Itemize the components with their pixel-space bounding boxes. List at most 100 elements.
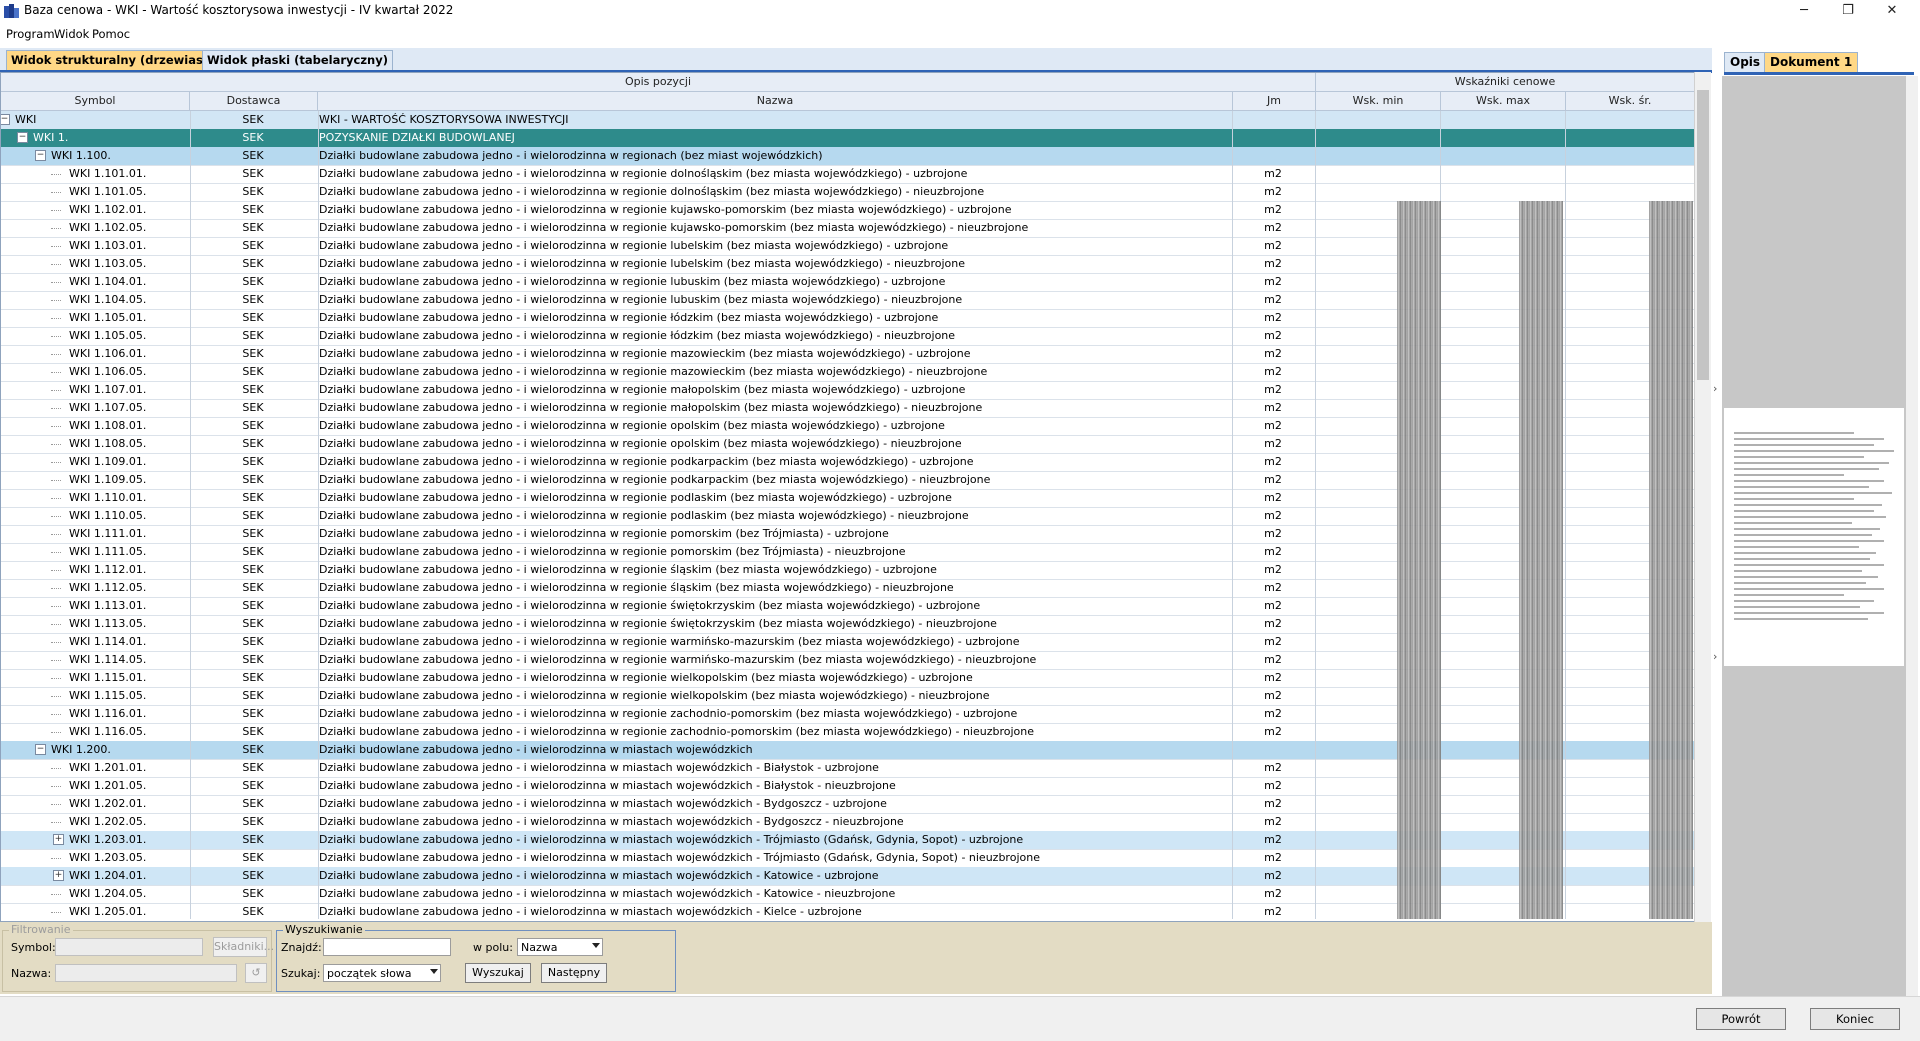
cell-symbol: WKI 1.102.01. <box>69 203 147 216</box>
cell-jm: m2 <box>1264 365 1282 378</box>
search-button[interactable]: Wyszukaj <box>465 963 531 983</box>
cell-dostawca: SEK <box>242 779 264 792</box>
minimize-button[interactable]: ─ <box>1782 0 1826 22</box>
filter-symbol-input[interactable] <box>55 938 203 956</box>
filter-symbol-label: Symbol: <box>11 941 56 954</box>
cell-dostawca: SEK <box>242 167 264 180</box>
cell-nazwa: Działki budowlane zabudowa jedno - i wie… <box>319 761 879 774</box>
tab-structural[interactable]: Widok strukturalny (drzewiasty) <box>6 50 227 70</box>
back-button[interactable]: Powrót <box>1696 1008 1786 1030</box>
menu-pomoc[interactable]: Pomoc <box>92 27 130 41</box>
document-thumbnail[interactable] <box>1724 408 1904 666</box>
tab-opis[interactable]: Opis <box>1724 52 1767 72</box>
menu-widok[interactable]: Widok <box>54 27 89 41</box>
chevron-right-icon[interactable]: › <box>1713 382 1717 395</box>
tree-connector <box>51 264 61 266</box>
cell-dostawca: SEK <box>242 437 264 450</box>
cell-nazwa: Działki budowlane zabudowa jedno - i wie… <box>319 779 896 792</box>
document-text-line <box>1734 432 1854 434</box>
find-input[interactable] <box>323 938 451 956</box>
cell-dostawca: SEK <box>242 599 264 612</box>
cell-symbol: WKI 1.104.01. <box>69 275 147 288</box>
col-nazwa[interactable]: Nazwa <box>318 92 1233 110</box>
document-text-line <box>1734 612 1884 614</box>
document-text-line <box>1734 534 1872 536</box>
next-button[interactable]: Następny <box>541 963 607 983</box>
mode-select[interactable]: początek słowa <box>323 964 441 982</box>
cell-symbol: WKI 1.112.01. <box>69 563 147 576</box>
menu-program[interactable]: Program <box>6 27 55 41</box>
cell-nazwa: Działki budowlane zabudowa jedno - i wie… <box>319 401 983 414</box>
cell-dostawca: SEK <box>242 275 264 288</box>
collapse-icon[interactable]: − <box>35 744 46 755</box>
maximize-button[interactable]: ❐ <box>1826 0 1870 22</box>
col-dostawca[interactable]: Dostawca <box>190 92 318 110</box>
end-button[interactable]: Koniec <box>1810 1008 1900 1030</box>
cell-jm: m2 <box>1264 761 1282 774</box>
cell-jm: m2 <box>1264 905 1282 918</box>
chevron-down-icon <box>592 943 600 948</box>
field-select[interactable]: Nazwa <box>517 938 603 956</box>
chevron-right-icon[interactable]: › <box>1713 650 1717 663</box>
document-text-line <box>1734 468 1879 470</box>
col-wsk-sr[interactable]: Wsk. śr. <box>1566 92 1695 110</box>
tree-connector <box>51 174 61 176</box>
tree-connector <box>51 588 61 590</box>
tab-dokument-1[interactable]: Dokument 1 <box>1764 52 1859 72</box>
cell-dostawca: SEK <box>242 581 264 594</box>
document-text-line <box>1734 492 1892 494</box>
cell-dostawca: SEK <box>242 365 264 378</box>
tab-flat[interactable]: Widok płaski (tabelaryczny) <box>202 50 393 70</box>
preview-scrollbar[interactable] <box>1906 76 1918 996</box>
cell-symbol: WKI 1.204.01. <box>69 869 147 882</box>
col-wsk-min[interactable]: Wsk. min <box>1316 92 1441 110</box>
tree-connector <box>51 894 61 896</box>
grid-scrollbar[interactable] <box>1694 72 1711 922</box>
tree-connector <box>51 714 61 716</box>
cell-dostawca: SEK <box>242 221 264 234</box>
cell-nazwa: Działki budowlane zabudowa jedno - i wie… <box>319 617 997 630</box>
expand-icon[interactable]: + <box>53 834 64 845</box>
cell-nazwa: Działki budowlane zabudowa jedno - i wie… <box>319 329 956 342</box>
tree-connector <box>51 732 61 734</box>
col-wsk-max[interactable]: Wsk. max <box>1441 92 1566 110</box>
tree-connector <box>51 336 61 338</box>
collapse-icon[interactable]: − <box>1 114 10 125</box>
tree-connector <box>51 660 61 662</box>
close-button[interactable]: ✕ <box>1870 0 1914 22</box>
clear-filter-button[interactable]: ↺ <box>245 963 267 983</box>
cell-nazwa: Działki budowlane zabudowa jedno - i wie… <box>319 203 1012 216</box>
col-symbol[interactable]: Symbol <box>1 92 190 110</box>
tree-connector <box>51 372 61 374</box>
cell-dostawca: SEK <box>242 293 264 306</box>
bottom-panel: Filtrowanie Symbol: Składniki... Nazwa: … <box>0 922 1712 994</box>
cell-jm: m2 <box>1264 437 1282 450</box>
document-text-line <box>1734 528 1880 530</box>
cell-dostawca: SEK <box>242 239 264 252</box>
cell-dostawca: SEK <box>242 131 264 144</box>
document-text-line <box>1734 516 1886 518</box>
cell-nazwa: WKI - WARTOŚĆ KOSZTORYSOWA INWESTYCJI <box>319 113 569 126</box>
collapse-icon[interactable]: − <box>35 150 46 161</box>
cell-jm: m2 <box>1264 635 1282 648</box>
tree-connector <box>51 354 61 356</box>
skladniki-button[interactable]: Składniki... <box>213 937 274 957</box>
cell-nazwa: Działki budowlane zabudowa jedno - i wie… <box>319 419 945 432</box>
cell-symbol: WKI 1.113.05. <box>69 617 147 630</box>
col-jm[interactable]: Jm <box>1233 92 1316 110</box>
filter-nazwa-input[interactable] <box>55 964 237 982</box>
cell-dostawca: SEK <box>242 725 264 738</box>
document-text-line <box>1734 618 1868 620</box>
expand-icon[interactable]: + <box>53 870 64 881</box>
grid-column-header: Symbol Dostawca Nazwa Jm Wsk. min Wsk. m… <box>1 92 1695 111</box>
tree-connector <box>51 678 61 680</box>
scrollbar-thumb[interactable] <box>1697 90 1709 380</box>
cell-symbol: WKI 1.105.01. <box>69 311 147 324</box>
collapse-icon[interactable]: − <box>17 132 28 143</box>
cell-jm: m2 <box>1264 347 1282 360</box>
cell-dostawca: SEK <box>242 833 264 846</box>
document-text-line <box>1734 480 1884 482</box>
cell-jm: m2 <box>1264 311 1282 324</box>
obscured-wsk-sr <box>1649 201 1693 919</box>
tree-connector <box>51 696 61 698</box>
